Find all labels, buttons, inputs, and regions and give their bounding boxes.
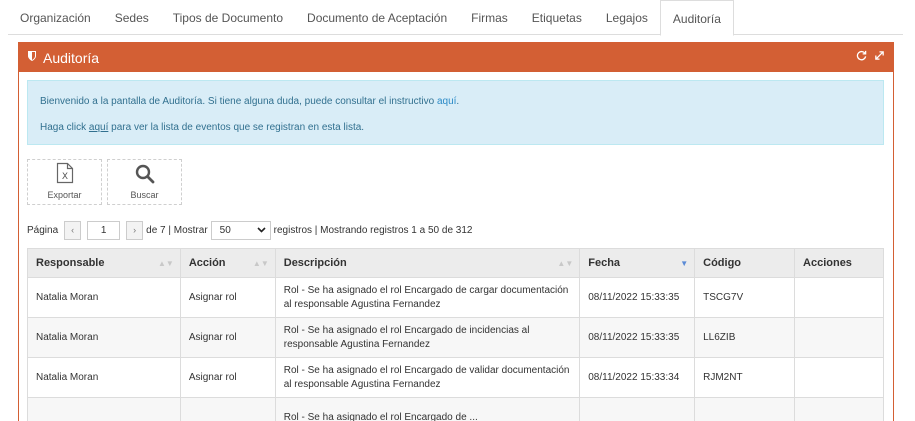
- panel-header: Auditoría: [19, 43, 893, 72]
- info-box: Bienvenido a la pantalla de Auditoría. S…: [27, 80, 884, 145]
- svg-text:X: X: [61, 172, 67, 182]
- cell-acciones: [794, 357, 884, 398]
- tab-auditoria[interactable]: Auditoría: [659, 0, 734, 36]
- cell-descripcion: Rol - Se ha asignado el rol Encargado de…: [274, 397, 581, 421]
- cell-fecha: 08/11/2022 15:33:35: [579, 277, 696, 318]
- col-header-responsable[interactable]: Responsable ▲▼: [27, 248, 181, 278]
- table-row: Natalia Moran Asignar rol Rol - Se ha as…: [27, 357, 884, 398]
- col-header-accion[interactable]: Acción ▲▼: [179, 248, 276, 278]
- records-summary: registros | Mostrando registros 1 a 50 d…: [273, 224, 473, 236]
- next-page-button[interactable]: ›: [126, 220, 144, 240]
- tab-documento-aceptacion[interactable]: Documento de Aceptación: [295, 0, 459, 35]
- table-row: Natalia Moran Asignar rol Rol - Se ha as…: [27, 317, 884, 358]
- excel-file-icon: X: [56, 162, 74, 186]
- page-label: Página: [27, 224, 59, 236]
- cell-responsable: Natalia Moran: [27, 357, 181, 398]
- export-label: Exportar: [47, 190, 82, 200]
- search-label: Buscar: [130, 190, 159, 200]
- tab-sedes[interactable]: Sedes: [103, 0, 161, 35]
- cell-responsable: Natalia Moran: [27, 277, 181, 318]
- prev-page-button[interactable]: ‹: [64, 220, 82, 240]
- cell-accion: Asignar rol: [179, 317, 276, 358]
- shield-icon: [27, 50, 37, 65]
- table-row: Rol - Se ha asignado el rol Encargado de…: [27, 397, 884, 421]
- table-row: Natalia Moran Asignar rol Rol - Se ha as…: [27, 277, 884, 318]
- tab-legajos[interactable]: Legajos: [594, 0, 660, 35]
- events-list-link[interactable]: aquí: [89, 122, 108, 133]
- search-icon: [135, 164, 155, 186]
- expand-icon[interactable]: [874, 50, 885, 64]
- cell-responsable: Natalia Moran: [27, 317, 181, 358]
- pagination-bar: Página ‹ 1 › de 7 | Mostrar 50 registros…: [27, 220, 472, 240]
- cell-descripcion: Rol - Se ha asignado el rol Encargado de…: [274, 277, 581, 318]
- cell-accion: Asignar rol: [179, 357, 276, 398]
- col-header-codigo[interactable]: Código: [694, 248, 796, 278]
- tab-bar: Organización Sedes Tipos de Documento Do…: [8, 0, 903, 36]
- search-button[interactable]: Buscar: [107, 159, 182, 205]
- cell-accion: Asignar rol: [179, 277, 276, 318]
- tab-organizacion[interactable]: Organización: [8, 0, 103, 35]
- cell-fecha: 08/11/2022 15:33:35: [579, 317, 696, 358]
- instructivo-link[interactable]: aquí: [437, 96, 456, 107]
- page-count-text: de 7 | Mostrar: [146, 224, 208, 236]
- col-header-fecha[interactable]: Fecha ▼: [579, 248, 696, 278]
- info-line-2: Haga click aquí para ver la lista de eve…: [40, 122, 365, 133]
- cell-descripcion: Rol - Se ha asignado el rol Encargado de…: [274, 317, 581, 358]
- col-header-descripcion[interactable]: Descripción ▲▼: [274, 248, 581, 278]
- refresh-icon[interactable]: [856, 50, 867, 64]
- cell-codigo: RJM2NT: [694, 357, 796, 398]
- sort-icon: ▲▼: [557, 259, 574, 268]
- cell-codigo: TSCG7V: [694, 277, 796, 318]
- chevron-down-icon: [257, 225, 266, 236]
- sort-desc-icon: ▼: [680, 259, 689, 268]
- tab-firmas[interactable]: Firmas: [459, 0, 520, 35]
- per-page-select[interactable]: 50: [210, 220, 271, 240]
- sort-icon: ▲▼: [252, 259, 269, 268]
- cell-acciones: [794, 397, 884, 421]
- audit-table: Responsable ▲▼ Acción ▲▼ Descripción ▲▼ Fec…: [27, 248, 884, 421]
- cell-fecha: [579, 397, 696, 421]
- cell-acciones: [794, 277, 884, 318]
- tab-tipos-documento[interactable]: Tipos de Documento: [161, 0, 295, 35]
- panel-title: Auditoría: [43, 49, 100, 66]
- tab-etiquetas[interactable]: Etiquetas: [520, 0, 594, 35]
- cell-codigo: [694, 397, 796, 421]
- table-header-row: Responsable ▲▼ Acción ▲▼ Descripción ▲▼ Fec…: [27, 248, 884, 278]
- cell-responsable: [27, 397, 181, 421]
- cell-accion: [179, 397, 276, 421]
- export-button[interactable]: X Exportar: [27, 159, 102, 205]
- cell-acciones: [794, 317, 884, 358]
- cell-descripcion: Rol - Se ha asignado el rol Encargado de…: [274, 357, 581, 398]
- info-line-1: Bienvenido a la pantalla de Auditoría. S…: [40, 96, 460, 107]
- col-header-acciones: Acciones: [794, 248, 884, 278]
- cell-codigo: LL6ZIB: [694, 317, 796, 358]
- cell-fecha: 08/11/2022 15:33:34: [579, 357, 696, 398]
- sort-icon: ▲▼: [158, 259, 174, 268]
- page-input[interactable]: 1: [87, 220, 121, 240]
